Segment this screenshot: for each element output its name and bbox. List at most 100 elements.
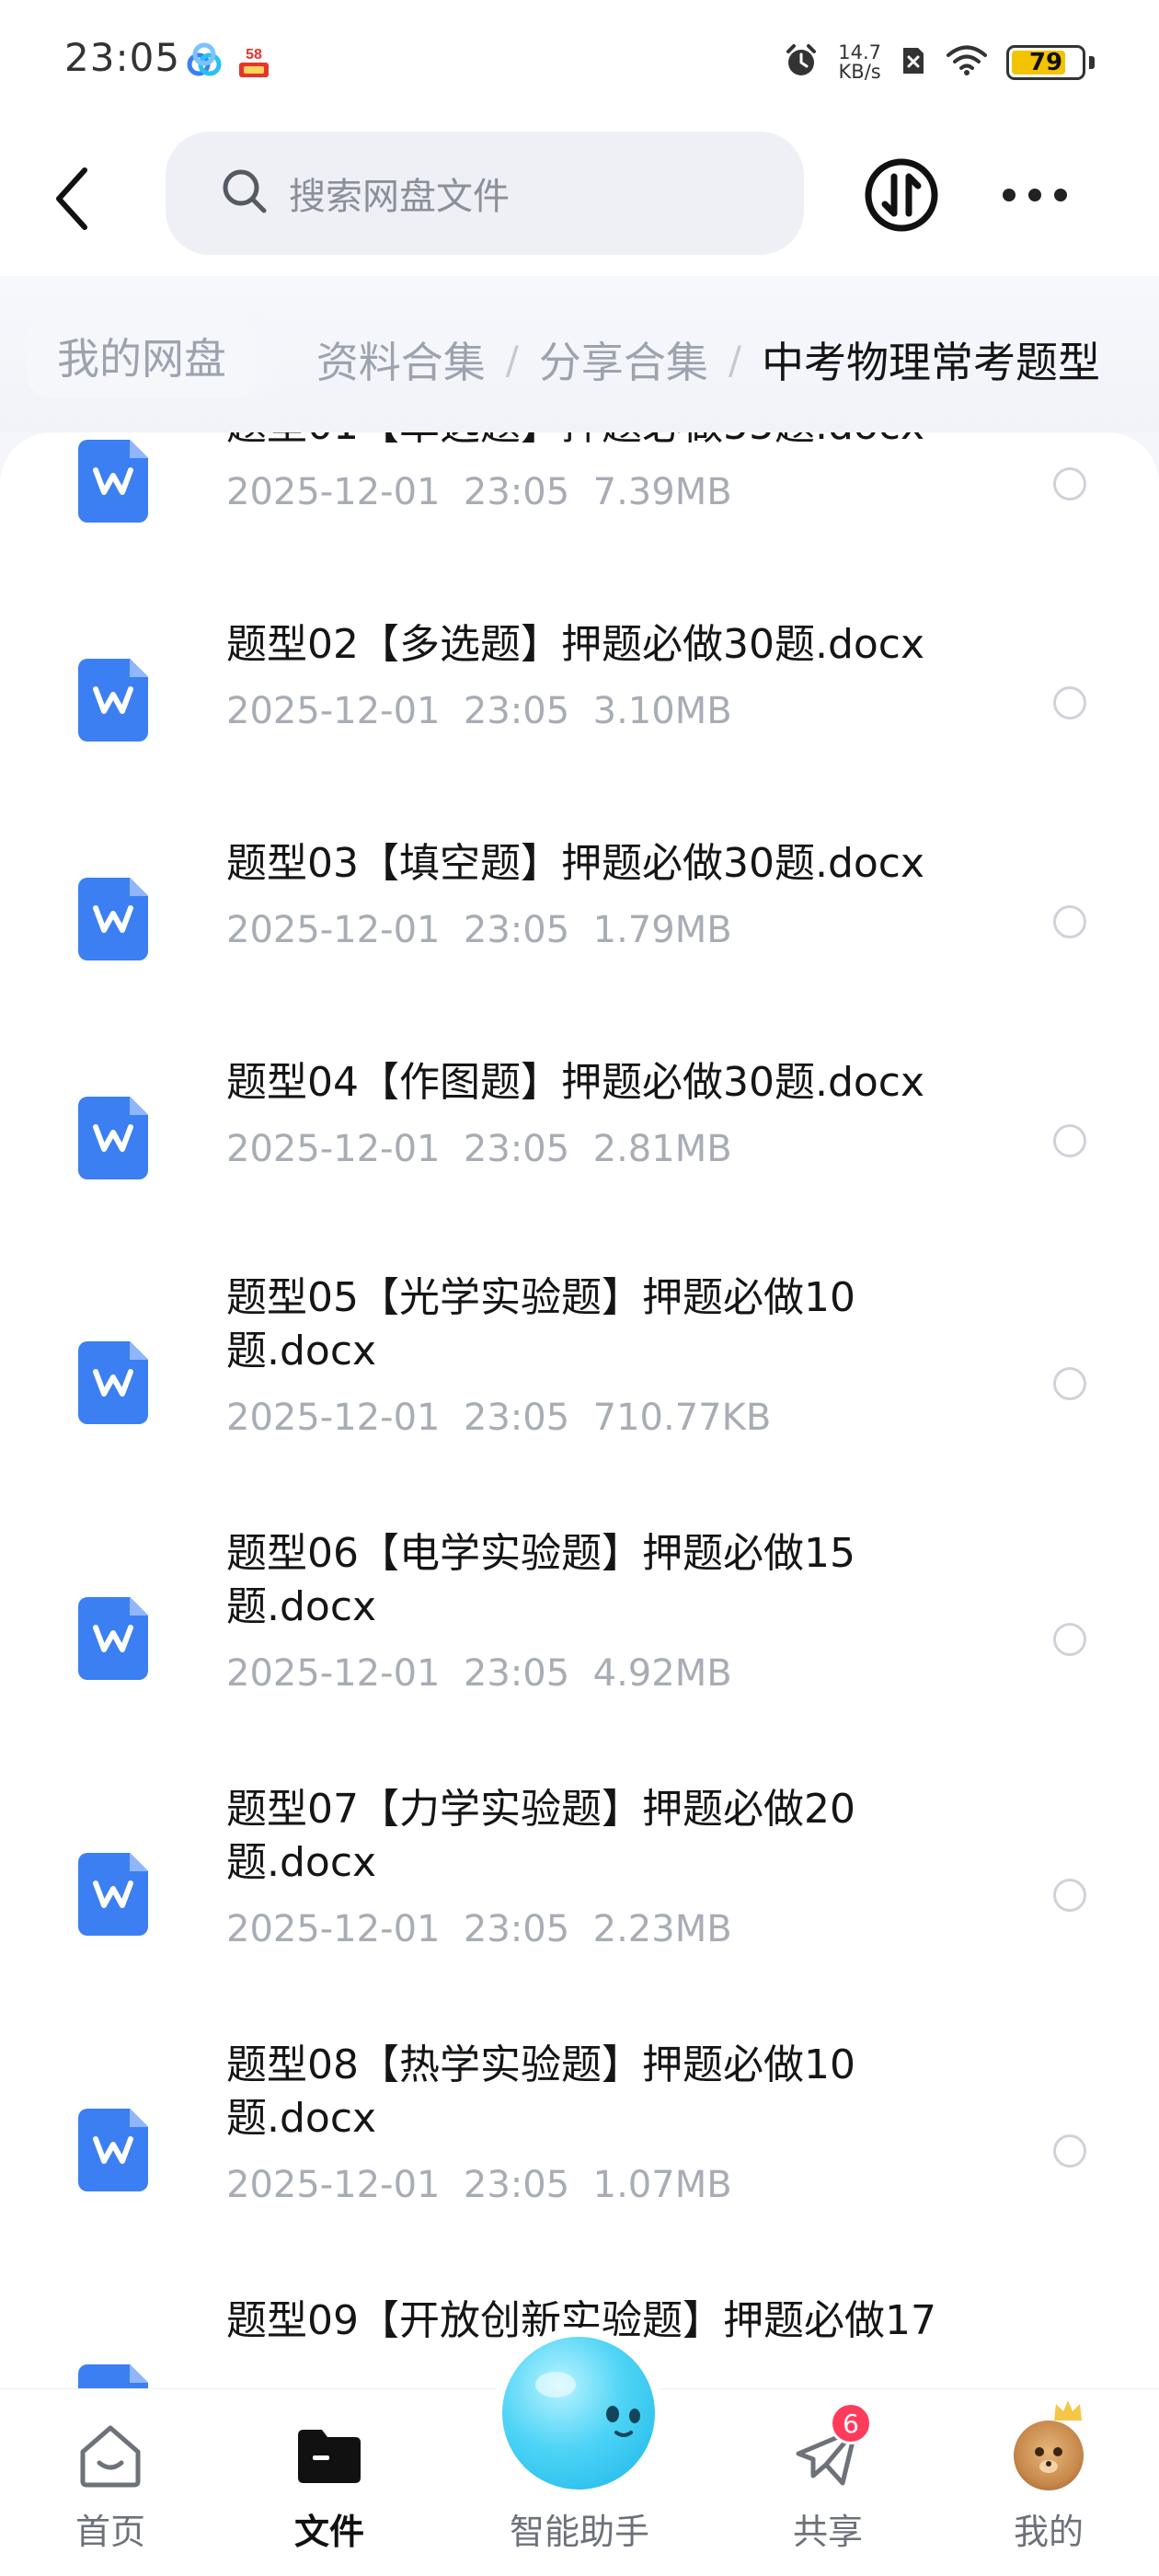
file-size: 4.92MB [592, 1652, 732, 1695]
file-name: 题型06【电学实验题】押题必做15题.docx [226, 1530, 855, 1630]
select-checkbox[interactable] [1053, 1367, 1086, 1400]
breadcrumb-separator: / [505, 337, 519, 383]
word-doc-icon [78, 878, 148, 960]
status-bar: 23:05 58 14.7 KB/s 79 [0, 0, 1159, 124]
avatar [1010, 2400, 1087, 2494]
transfer-button[interactable] [863, 156, 940, 234]
select-checkbox[interactable] [1053, 467, 1086, 500]
file-size: 2.81MB [592, 1128, 732, 1170]
word-doc-icon [78, 1097, 148, 1179]
crown-icon [1052, 2398, 1084, 2426]
file-time: 23:05 [463, 1652, 570, 1695]
net-speed-unit: KB/s [838, 61, 881, 83]
file-item[interactable]: 题型07【力学实验题】押题必做20题.docx 2025-12-01 23:05… [0, 1763, 1159, 2018]
file-name: 题型05【光学实验题】押题必做10题.docx [226, 1274, 855, 1374]
file-size: 710.77KB [592, 1397, 772, 1439]
file-name: 题型04【作图题】押题必做30题.docx [226, 1059, 925, 1106]
wifi-icon [946, 45, 988, 80]
file-item[interactable]: 题型03【填空题】押题必做30题.docx 2025-12-01 23:05 1… [0, 813, 1159, 1034]
file-item[interactable]: 题型01【单选题】押题必做55题.docx 2025-12-01 23:05 7… [0, 432, 1159, 596]
file-item[interactable]: 题型05【光学实验题】押题必做10题.docx 2025-12-01 23:05… [0, 1251, 1159, 1507]
nav-label: 智能助手 [509, 2512, 649, 2552]
sim-off-icon [900, 44, 927, 81]
word-doc-icon [78, 1853, 148, 1936]
file-size: 1.79MB [592, 909, 732, 951]
word-doc-icon [78, 659, 148, 742]
word-doc-icon [78, 440, 148, 523]
home-icon [72, 2417, 149, 2494]
more-icon-dot [1003, 189, 1016, 201]
breadcrumb-item[interactable]: 分享合集 [539, 329, 708, 390]
file-date: 2025-12-01 [226, 1908, 441, 1950]
battery-icon: 79 [1006, 45, 1085, 80]
breadcrumb-item[interactable]: 资料合集 [316, 329, 486, 390]
file-time: 23:05 [463, 1397, 570, 1439]
file-item[interactable]: 题型06【电学实验题】押题必做15题.docx 2025-12-01 23:05… [0, 1507, 1159, 1763]
word-doc-icon [78, 1341, 148, 1424]
file-name: 题型02【多选题】押题必做30题.docx [226, 621, 925, 668]
folder-icon [291, 2417, 368, 2494]
back-button[interactable] [44, 159, 99, 242]
select-checkbox[interactable] [1053, 1879, 1086, 1912]
select-checkbox[interactable] [1053, 905, 1086, 938]
file-item[interactable]: 题型08【热学实验题】押题必做10题.docx 2025-12-01 23:05… [0, 2018, 1159, 2274]
file-list: 题型01【单选题】押题必做55题.docx 2025-12-01 23:05 7… [0, 432, 1159, 2576]
more-button[interactable] [1003, 181, 1067, 209]
notification-badge: 6 [830, 2402, 872, 2444]
assistant-icon[interactable] [502, 2337, 655, 2490]
net-speed: 14.7 KB/s [838, 43, 881, 82]
file-meta: 2025-12-01 23:05 3.10MB [226, 690, 732, 732]
file-size: 1.07MB [592, 2164, 732, 2206]
word-doc-icon [78, 2109, 148, 2191]
file-time: 23:05 [463, 1908, 570, 1950]
breadcrumb-separator: / [728, 337, 741, 383]
file-time: 23:05 [463, 690, 570, 732]
file-item[interactable]: 题型04【作图题】押题必做30题.docx 2025-12-01 23:05 2… [0, 1032, 1159, 1253]
file-size: 7.39MB [592, 471, 732, 513]
breadcrumb-path: 资料合集 / 分享合集 / 中考物理常考题型 [316, 329, 1100, 390]
file-date: 2025-12-01 [226, 1397, 441, 1439]
transfer-icon [863, 158, 940, 237]
file-name: 题型01【单选题】押题必做55题.docx [226, 432, 1017, 453]
battery-cap [1089, 56, 1095, 69]
58-app-icon: 58 [235, 42, 272, 85]
word-doc-icon [78, 1597, 148, 1680]
svg-text:58: 58 [246, 47, 262, 63]
battery-level-text: 79 [1028, 49, 1063, 76]
file-date: 2025-12-01 [226, 690, 441, 732]
file-date: 2025-12-01 [226, 471, 441, 513]
select-checkbox[interactable] [1053, 686, 1086, 719]
select-checkbox[interactable] [1053, 2134, 1086, 2168]
file-name: 题型03【填空题】押题必做30题.docx [226, 840, 925, 887]
nav-label: 共享 [792, 2512, 863, 2552]
search-placeholder: 搜索网盘文件 [289, 176, 510, 218]
file-meta: 2025-12-01 23:05 1.07MB [226, 2164, 732, 2206]
file-name: 题型08【热学实验题】押题必做10题.docx [226, 2041, 855, 2142]
nav-label: 文件 [293, 2512, 364, 2552]
alarm-icon [783, 42, 820, 83]
nav-share[interactable]: 6 共享 [754, 2402, 901, 2564]
file-meta: 2025-12-01 23:05 710.77KB [226, 1397, 771, 1439]
breadcrumb-home[interactable]: 我的网盘 [26, 315, 258, 397]
file-time: 23:05 [463, 909, 570, 951]
file-item[interactable]: 题型02【多选题】押题必做30题.docx 2025-12-01 23:05 3… [0, 594, 1159, 815]
search-input[interactable]: 搜索网盘文件 [166, 132, 804, 255]
nav-home[interactable]: 首页 [37, 2417, 184, 2564]
status-right: 14.7 KB/s 79 [783, 37, 1095, 88]
file-time: 23:05 [463, 471, 570, 513]
net-speed-value: 14.7 [838, 41, 881, 63]
back-arrow-icon [53, 167, 90, 235]
nav-files[interactable]: 文件 [256, 2417, 403, 2564]
select-checkbox[interactable] [1053, 1124, 1086, 1157]
file-date: 2025-12-01 [226, 909, 441, 951]
file-meta: 2025-12-01 23:05 7.39MB [226, 471, 732, 513]
file-name: 题型07【力学实验题】押题必做20题.docx [226, 1786, 855, 1886]
file-meta: 2025-12-01 23:05 1.79MB [226, 909, 732, 951]
nav-profile[interactable]: 我的 [975, 2400, 1122, 2564]
select-checkbox[interactable] [1053, 1623, 1086, 1656]
file-meta: 2025-12-01 23:05 4.92MB [226, 1652, 732, 1695]
more-icon-dot [1054, 189, 1067, 201]
file-time: 23:05 [463, 1128, 570, 1170]
file-size: 3.10MB [592, 690, 732, 732]
breadcrumb-current: 中考物理常考题型 [762, 338, 1100, 387]
